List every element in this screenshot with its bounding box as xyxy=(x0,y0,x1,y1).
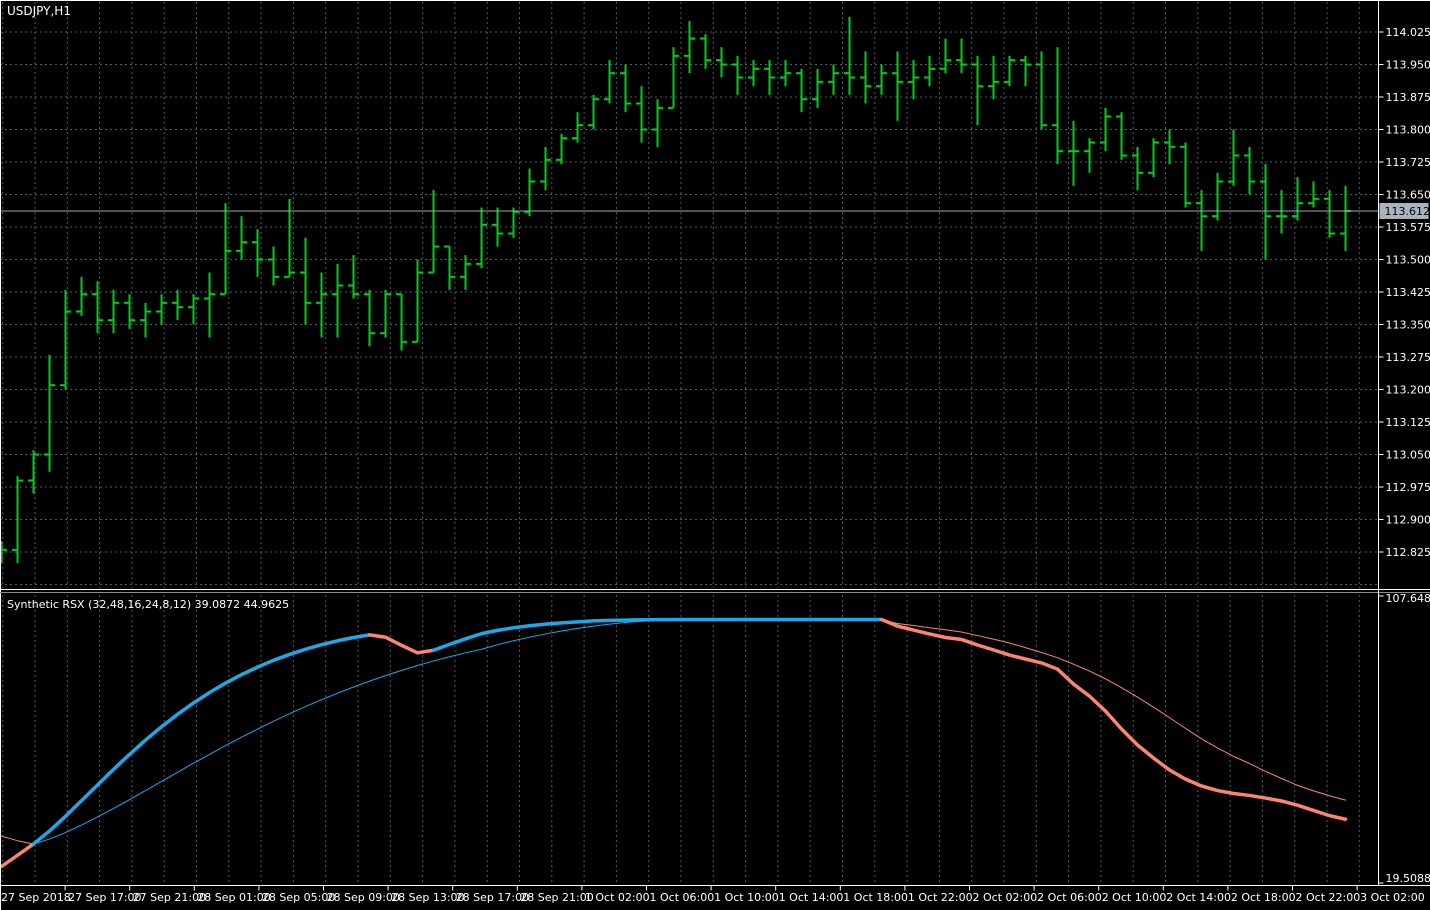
symbol-timeframe-title: USDJPY,H1 xyxy=(7,4,71,18)
panel-splitter[interactable] xyxy=(0,588,1430,594)
chart-area[interactable]: 114.025113.950113.875113.800113.725113.6… xyxy=(0,0,1430,910)
indicator-panel-region[interactable] xyxy=(0,593,1379,886)
time-axis[interactable] xyxy=(0,886,1430,910)
indicator-label: Synthetic RSX (32,48,16,24,8,12) 39.0872… xyxy=(7,598,290,611)
mt4-chart-window: 114.025113.950113.875113.800113.725113.6… xyxy=(0,0,1430,910)
main-chart-region[interactable] xyxy=(0,0,1379,590)
price-axis[interactable] xyxy=(1379,0,1430,886)
